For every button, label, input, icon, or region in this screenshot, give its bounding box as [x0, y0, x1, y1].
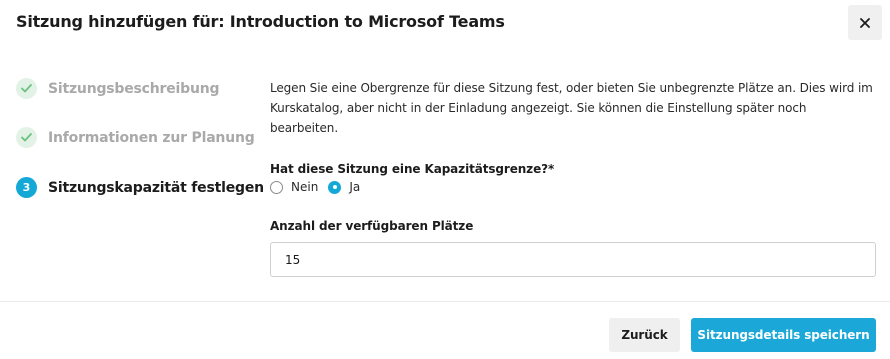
step-complete-badge — [16, 127, 37, 148]
step-label: Informationen zur Planung — [48, 129, 255, 146]
step-session-capacity[interactable]: 3 Sitzungskapazität festlegen — [16, 177, 264, 198]
back-button[interactable]: Zurück — [609, 318, 680, 352]
check-icon — [21, 133, 32, 142]
radio-no-circle[interactable] — [270, 180, 283, 194]
radio-yes-label: Ja — [349, 180, 361, 194]
footer-divider — [0, 301, 890, 302]
seats-label: Anzahl der verfügbaren Plätze — [270, 219, 474, 233]
radio-no-label: Nein — [291, 180, 319, 194]
step-session-description[interactable]: Sitzungsbeschreibung — [16, 78, 256, 99]
step-scheduling-info[interactable]: Informationen zur Planung — [16, 127, 256, 148]
check-icon — [21, 84, 32, 93]
seats-input[interactable] — [270, 242, 876, 277]
dialog-title: Sitzung hinzufügen für: Introduction to … — [16, 12, 505, 31]
capacity-question-label: Hat diese Sitzung eine Kapazitätsgrenze?… — [270, 162, 555, 176]
close-button[interactable] — [848, 5, 882, 40]
radio-yes-circle[interactable] — [328, 180, 342, 194]
close-icon — [860, 17, 870, 28]
step-label: Sitzungskapazität festlegen — [48, 179, 264, 196]
step-complete-badge — [16, 78, 37, 99]
radio-yes[interactable]: Ja — [328, 180, 360, 194]
capacity-description: Legen Sie eine Obergrenze für diese Sitz… — [270, 81, 873, 135]
save-session-button[interactable]: Sitzungsdetails speichern — [691, 318, 876, 352]
radio-no[interactable]: Nein — [270, 180, 318, 194]
step-number-badge: 3 — [16, 177, 37, 198]
step-label: Sitzungsbeschreibung — [48, 80, 220, 97]
capacity-form: Legen Sie eine Obergrenze für diese Sitz… — [270, 78, 876, 277]
capacity-radio-group: Nein Ja — [270, 180, 876, 194]
